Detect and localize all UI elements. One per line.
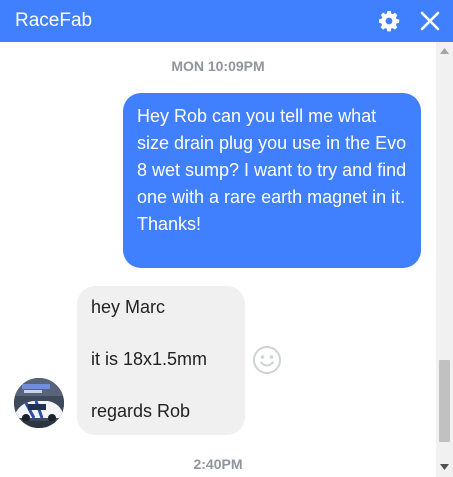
incoming-message-bubble[interactable]: hey Marc it is 18x1.5mm regards Rob (77, 286, 245, 435)
timestamp: MON 10:09PM (171, 58, 265, 74)
avatar[interactable] (14, 378, 64, 428)
chat-header: RaceFab (0, 0, 453, 42)
message-thread[interactable]: MON 10:09PM Hey Rob can you tell me what… (0, 42, 436, 477)
timestamp: 2:40PM (193, 456, 243, 472)
message-line: regards Rob (91, 401, 191, 421)
message-line: hey Marc (91, 297, 166, 317)
scroll-up-icon[interactable] (436, 44, 453, 58)
outgoing-message-bubble[interactable]: Hey Rob can you tell me what size drain … (123, 93, 421, 268)
scroll-down-icon[interactable] (436, 460, 453, 474)
scrollbar-thumb[interactable] (439, 360, 450, 442)
message-line: it is 18x1.5mm (91, 349, 208, 369)
message-spacer (91, 371, 231, 399)
message-spacer (91, 319, 231, 347)
chat-title[interactable]: RaceFab (15, 9, 92, 33)
smiley-icon[interactable] (252, 345, 282, 375)
gear-icon[interactable] (377, 9, 401, 33)
close-icon[interactable] (418, 9, 442, 33)
vertical-scrollbar[interactable] (436, 42, 453, 477)
